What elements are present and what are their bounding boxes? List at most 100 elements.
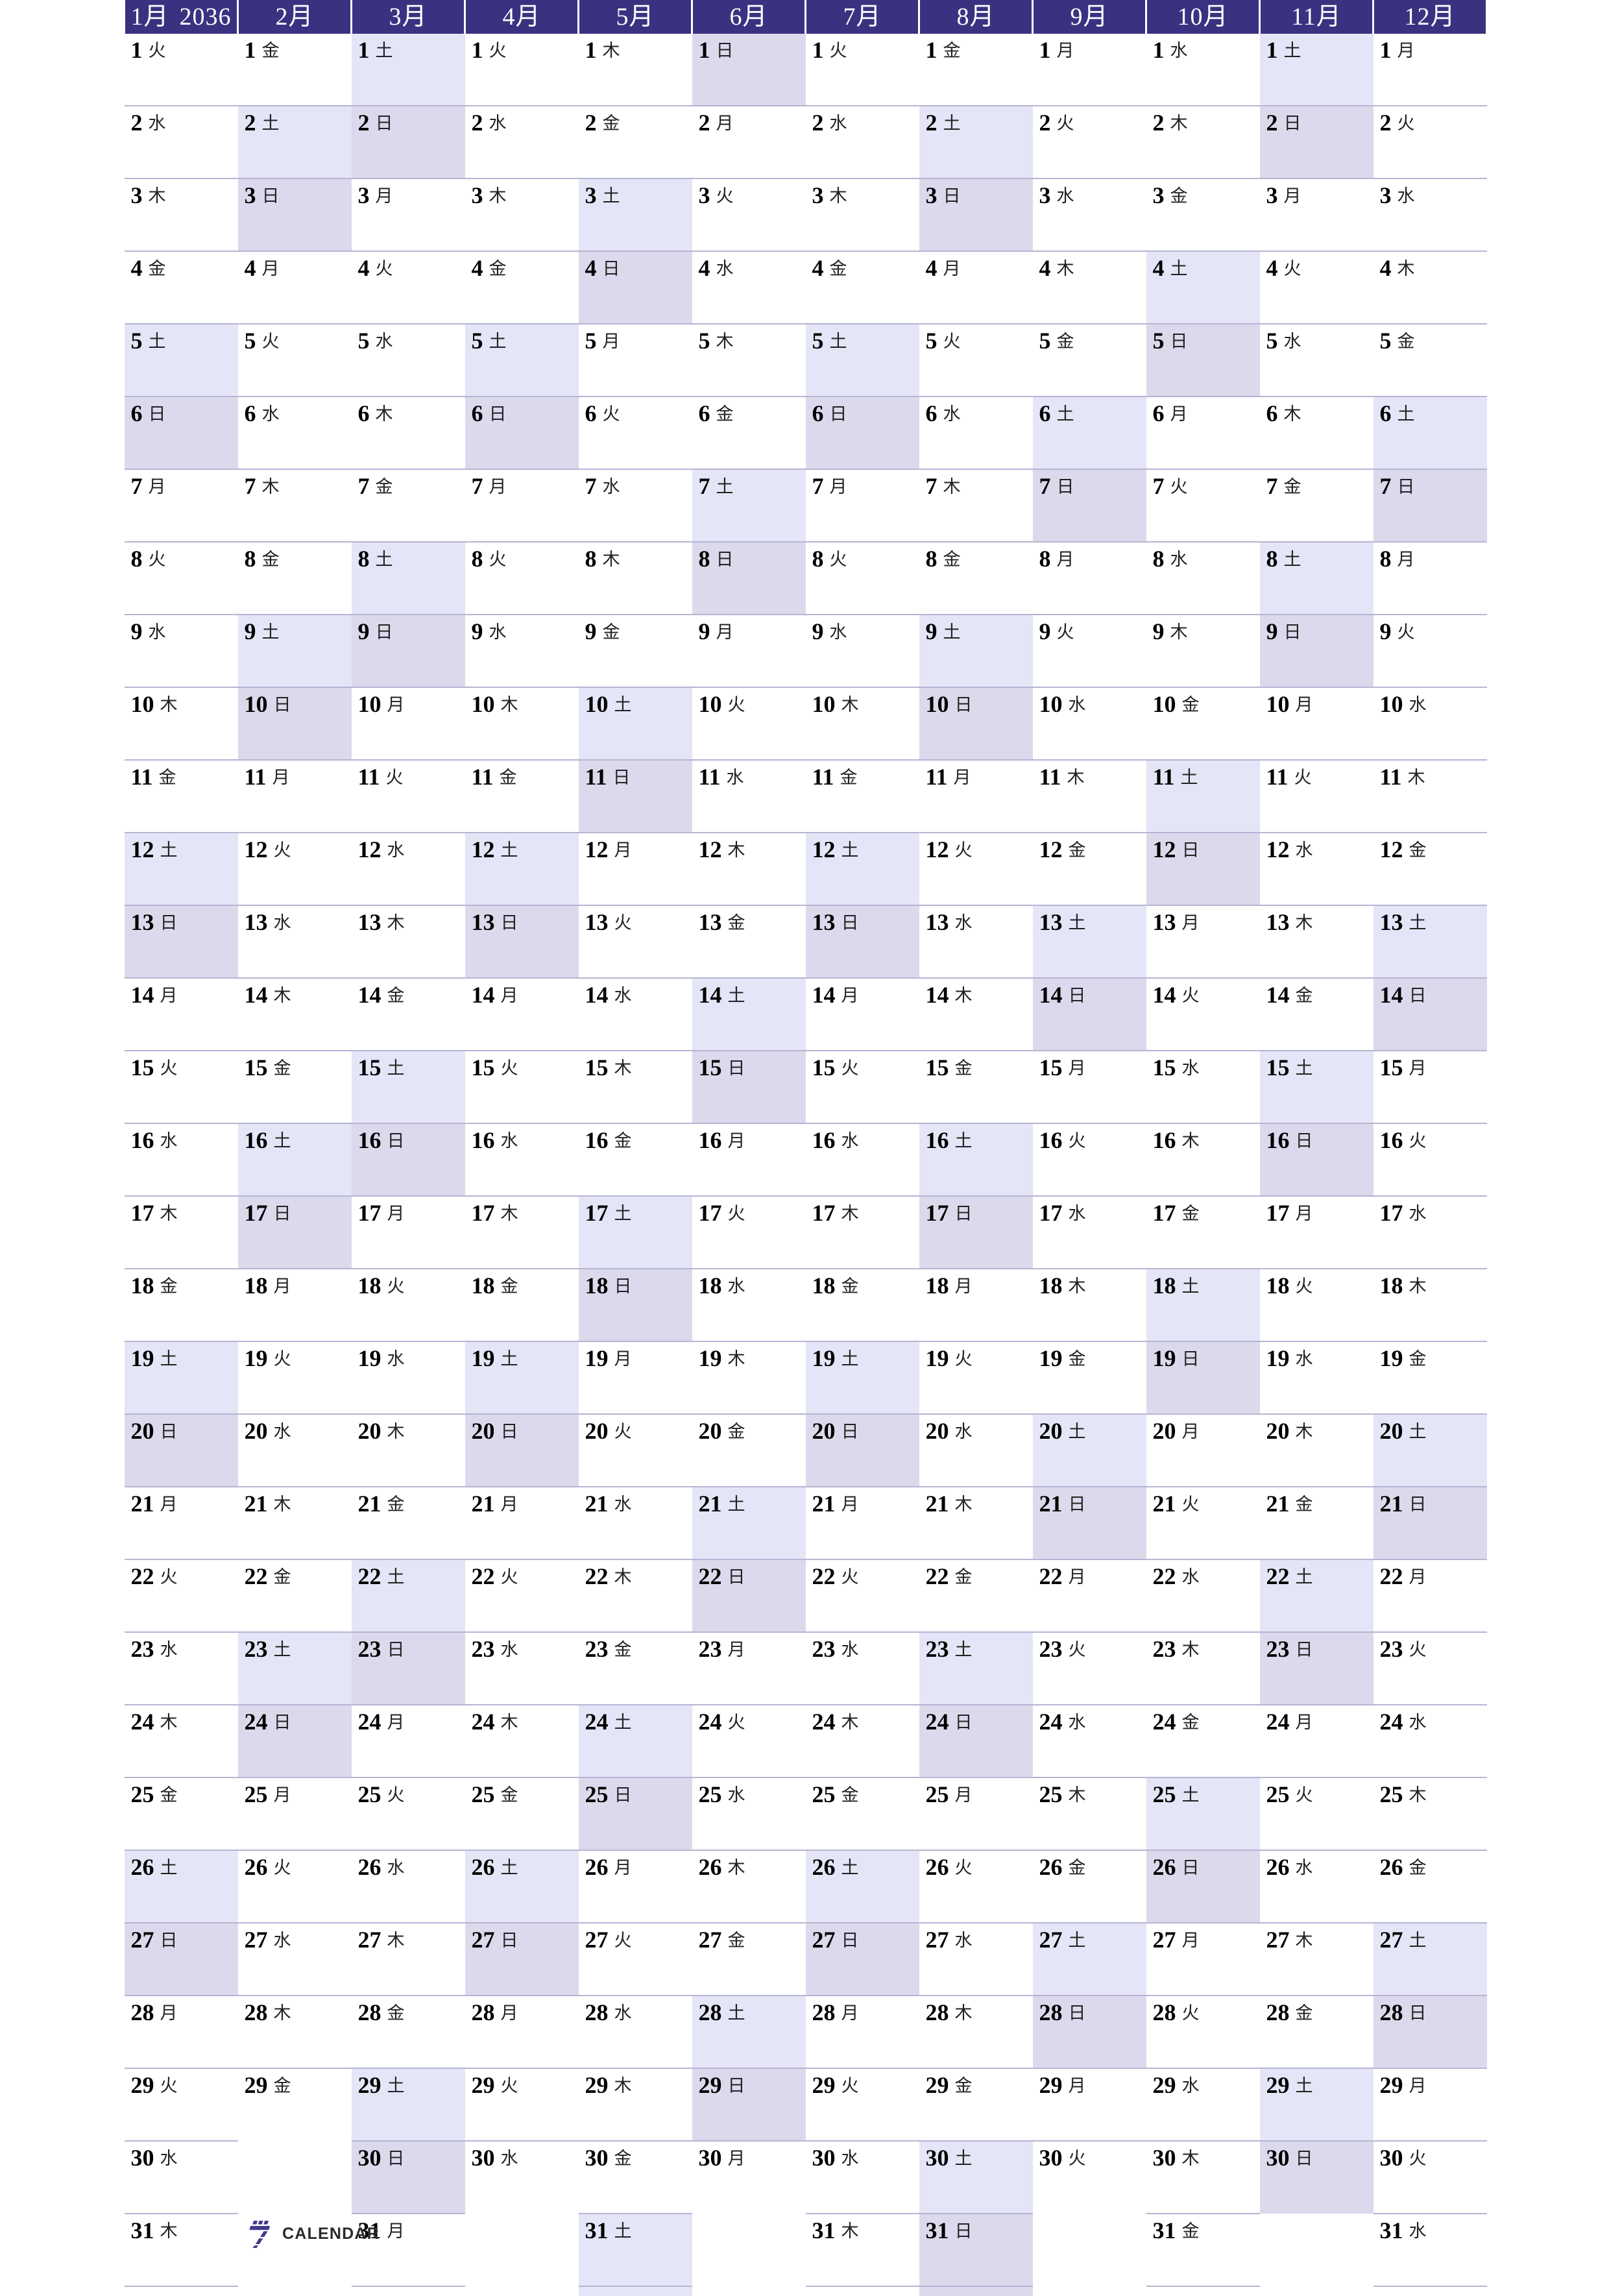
day-cell-7-30[interactable]: 30 水	[805, 2140, 919, 2214]
day-cell-3-20[interactable]: 20 木	[351, 1413, 465, 1487]
day-cell-1-5[interactable]: 5土	[124, 323, 238, 397]
day-cell-11-23[interactable]: 23 日	[1259, 1631, 1373, 1705]
day-cell-2-17[interactable]: 17 日	[237, 1195, 352, 1269]
day-cell-7-17[interactable]: 17 木	[805, 1195, 919, 1269]
day-cell-1-24[interactable]: 24 木	[124, 1704, 238, 1777]
day-cell-3-5[interactable]: 5水	[351, 323, 465, 397]
day-cell-3-7[interactable]: 7金	[351, 469, 465, 542]
day-cell-6-24[interactable]: 24 火	[692, 1704, 806, 1777]
day-cell-7-5[interactable]: 5土	[805, 323, 919, 397]
day-cell-6-26[interactable]: 26 木	[692, 1850, 806, 1923]
day-cell-8-12[interactable]: 12 火	[919, 832, 1033, 905]
day-cell-9-18[interactable]: 18 木	[1032, 1268, 1146, 1341]
day-cell-1-15[interactable]: 15 火	[124, 1050, 238, 1123]
day-cell-2-25[interactable]: 25 月	[237, 1777, 352, 1850]
day-cell-10-13[interactable]: 13 月	[1146, 905, 1260, 978]
day-cell-1-26[interactable]: 26 土	[124, 1850, 238, 1923]
day-cell-4-10[interactable]: 10 木	[465, 687, 579, 760]
day-cell-4-8[interactable]: 8火	[465, 541, 579, 615]
day-cell-11-19[interactable]: 19 水	[1259, 1341, 1373, 1414]
day-cell-8-23[interactable]: 23 土	[919, 1631, 1033, 1705]
day-cell-11-14[interactable]: 14 金	[1259, 977, 1373, 1051]
day-cell-3-14[interactable]: 14 金	[351, 977, 465, 1051]
day-cell-11-1[interactable]: 1土	[1259, 34, 1373, 106]
day-cell-2-28[interactable]: 28 木	[237, 1995, 352, 2068]
day-cell-5-8[interactable]: 8木	[578, 541, 692, 615]
day-cell-1-9[interactable]: 9水	[124, 614, 238, 687]
day-cell-3-23[interactable]: 23 日	[351, 1631, 465, 1705]
day-cell-4-25[interactable]: 25 金	[465, 1777, 579, 1850]
day-cell-7-23[interactable]: 23 水	[805, 1631, 919, 1705]
day-cell-6-12[interactable]: 12 木	[692, 832, 806, 905]
day-cell-8-16[interactable]: 16 土	[919, 1123, 1033, 1196]
day-cell-8-19[interactable]: 19 火	[919, 1341, 1033, 1414]
day-cell-12-18[interactable]: 18 木	[1373, 1268, 1487, 1341]
day-cell-11-3[interactable]: 3月	[1259, 178, 1373, 251]
day-cell-3-29[interactable]: 29 土	[351, 2068, 465, 2141]
day-cell-6-30[interactable]: 30 月	[692, 2140, 806, 2214]
day-cell-9-7[interactable]: 7日	[1032, 469, 1146, 542]
day-cell-11-28[interactable]: 28 金	[1259, 1995, 1373, 2068]
day-cell-10-11[interactable]: 11 土	[1146, 759, 1260, 833]
day-cell-5-22[interactable]: 22 木	[578, 1559, 692, 1632]
day-cell-12-15[interactable]: 15 月	[1373, 1050, 1487, 1123]
day-cell-5-21[interactable]: 21 水	[578, 1486, 692, 1559]
day-cell-10-28[interactable]: 28 火	[1146, 1995, 1260, 2068]
day-cell-8-10[interactable]: 10 日	[919, 687, 1033, 760]
day-cell-10-6[interactable]: 6月	[1146, 396, 1260, 469]
day-cell-9-10[interactable]: 10 水	[1032, 687, 1146, 760]
day-cell-3-11[interactable]: 11 火	[351, 759, 465, 833]
day-cell-2-9[interactable]: 9土	[237, 614, 352, 687]
day-cell-5-31[interactable]: 31 土	[578, 2213, 692, 2286]
day-cell-8-14[interactable]: 14 木	[919, 977, 1033, 1051]
day-cell-5-19[interactable]: 19 月	[578, 1341, 692, 1414]
day-cell-12-26[interactable]: 26 金	[1373, 1850, 1487, 1923]
day-cell-9-24[interactable]: 24 水	[1032, 1704, 1146, 1777]
day-cell-5-28[interactable]: 28 水	[578, 1995, 692, 2068]
day-cell-7-9[interactable]: 9水	[805, 614, 919, 687]
day-cell-3-1[interactable]: 1土	[351, 34, 465, 106]
day-cell-10-26[interactable]: 26 日	[1146, 1850, 1260, 1923]
day-cell-8-9[interactable]: 9土	[919, 614, 1033, 687]
day-cell-6-25[interactable]: 25 水	[692, 1777, 806, 1850]
day-cell-9-3[interactable]: 3水	[1032, 178, 1146, 251]
day-cell-9-21[interactable]: 21 日	[1032, 1486, 1146, 1559]
day-cell-10-4[interactable]: 4土	[1146, 250, 1260, 324]
day-cell-7-25[interactable]: 25 金	[805, 1777, 919, 1850]
day-cell-12-17[interactable]: 17 水	[1373, 1195, 1487, 1269]
day-cell-2-23[interactable]: 23 土	[237, 1631, 352, 1705]
day-cell-4-11[interactable]: 11 金	[465, 759, 579, 833]
day-cell-12-8[interactable]: 8月	[1373, 541, 1487, 615]
day-cell-9-22[interactable]: 22 月	[1032, 1559, 1146, 1632]
day-cell-4-22[interactable]: 22 火	[465, 1559, 579, 1632]
day-cell-4-28[interactable]: 28 月	[465, 1995, 579, 2068]
day-cell-12-20[interactable]: 20 土	[1373, 1413, 1487, 1487]
day-cell-1-7[interactable]: 7月	[124, 469, 238, 542]
day-cell-12-12[interactable]: 12 金	[1373, 832, 1487, 905]
day-cell-6-16[interactable]: 16 月	[692, 1123, 806, 1196]
day-cell-2-10[interactable]: 10 日	[237, 687, 352, 760]
day-cell-5-25[interactable]: 25 日	[578, 1777, 692, 1850]
day-cell-12-28[interactable]: 28 日	[1373, 1995, 1487, 2068]
day-cell-8-31[interactable]: 31 日	[919, 2213, 1033, 2286]
day-cell-5-2[interactable]: 2金	[578, 105, 692, 178]
day-cell-10-10[interactable]: 10 金	[1146, 687, 1260, 760]
day-cell-6-18[interactable]: 18 水	[692, 1268, 806, 1341]
day-cell-12-7[interactable]: 7日	[1373, 469, 1487, 542]
day-cell-11-6[interactable]: 6木	[1259, 396, 1373, 469]
day-cell-4-13[interactable]: 13 日	[465, 905, 579, 978]
day-cell-3-8[interactable]: 8土	[351, 541, 465, 615]
day-cell-10-19[interactable]: 19 日	[1146, 1341, 1260, 1414]
day-cell-7-19[interactable]: 19 土	[805, 1341, 919, 1414]
day-cell-9-27[interactable]: 27 土	[1032, 1922, 1146, 1996]
day-cell-6-29[interactable]: 29 日	[692, 2068, 806, 2141]
day-cell-1-2[interactable]: 2水	[124, 105, 238, 178]
day-cell-2-4[interactable]: 4月	[237, 250, 352, 324]
day-cell-12-14[interactable]: 14 日	[1373, 977, 1487, 1051]
day-cell-11-8[interactable]: 8土	[1259, 541, 1373, 615]
day-cell-2-29[interactable]: 29 金	[237, 2068, 352, 2141]
day-cell-5-16[interactable]: 16 金	[578, 1123, 692, 1196]
day-cell-6-17[interactable]: 17 火	[692, 1195, 806, 1269]
day-cell-7-18[interactable]: 18 金	[805, 1268, 919, 1341]
day-cell-8-22[interactable]: 22 金	[919, 1559, 1033, 1632]
